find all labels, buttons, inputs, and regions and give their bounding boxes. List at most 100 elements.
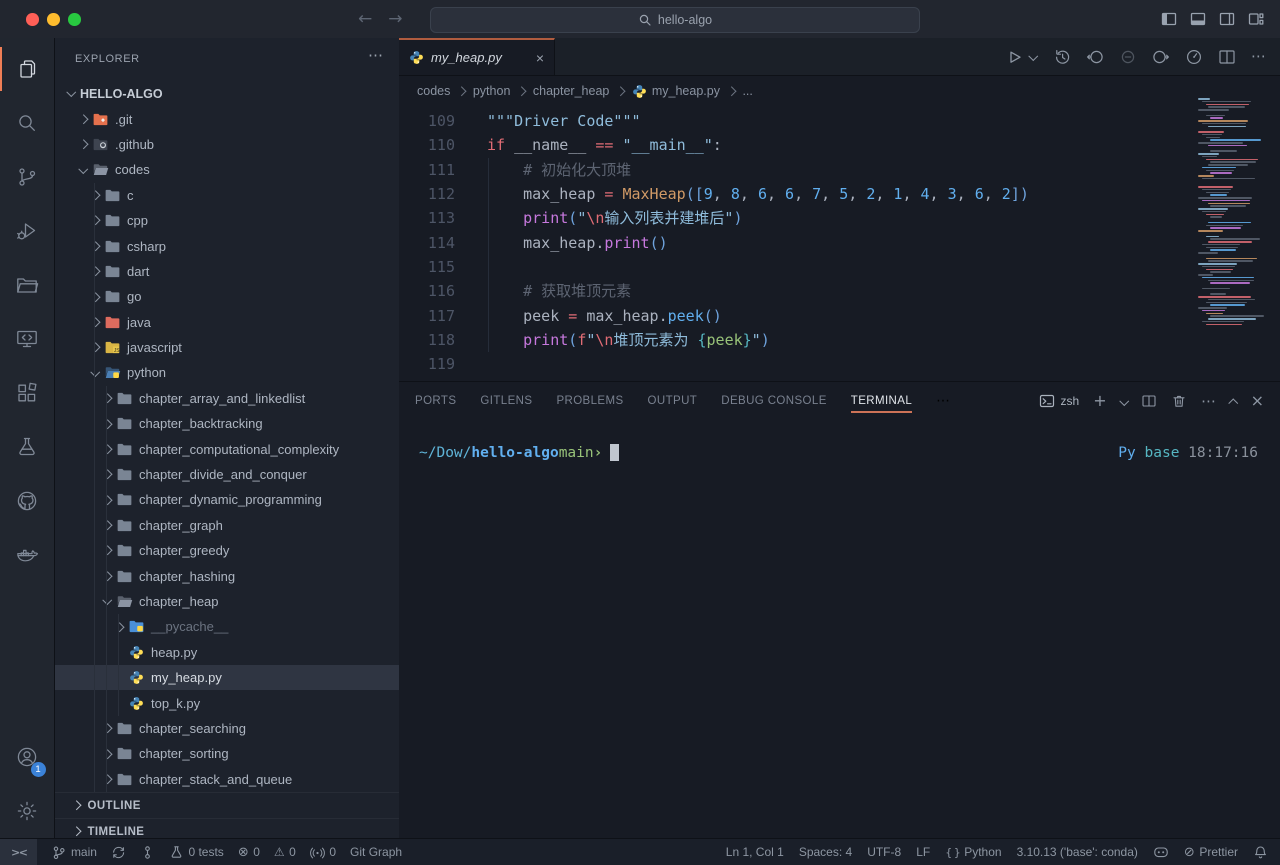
minimap[interactable] [1198, 98, 1272, 334]
status-remote-indicator[interactable]: >< [0, 839, 37, 865]
close-tab-icon[interactable]: × [536, 50, 544, 66]
panel-tab-output[interactable]: OUTPUT [648, 382, 698, 420]
status-errors[interactable]: ⊗0 [238, 839, 260, 865]
breadcrumb-item[interactable]: python [473, 84, 511, 98]
breadcrumb-item[interactable]: ... [742, 84, 752, 98]
activity-item-docker[interactable] [0, 528, 55, 582]
panel-tab-debug-console[interactable]: DEBUG CONSOLE [721, 382, 827, 420]
new-terminal-icon[interactable]: + [1093, 393, 1106, 409]
close-panel-icon[interactable]: × [1251, 393, 1264, 409]
tree-item-c[interactable]: c [55, 183, 399, 208]
status-encoding[interactable]: UTF-8 [867, 839, 901, 865]
status-eol[interactable]: LF [916, 839, 930, 865]
tree-item-dart[interactable]: dart [55, 259, 399, 284]
status-cursor-position[interactable]: Ln 1, Col 1 [726, 839, 784, 865]
nav-forward-circle-icon[interactable] [1152, 48, 1170, 66]
breadcrumb-separator-icon [518, 88, 525, 95]
tree-item--github[interactable]: .github [55, 132, 399, 157]
code-text: max_heap = MaxHeap([9, 8, 6, 6, 7, 5, 2,… [487, 182, 1029, 206]
history-icon[interactable] [1053, 48, 1071, 66]
status-indentation[interactable]: Spaces: 4 [799, 839, 852, 865]
layout-sidebar-right-icon[interactable] [1219, 11, 1235, 27]
terminal[interactable]: ~/Dow/hello-algo main ›Py base 18:17:16 [399, 420, 1280, 838]
status-language-mode[interactable]: { }Python [945, 839, 1001, 865]
activity-item-project-folder[interactable] [0, 258, 55, 312]
activity-item-explorer[interactable] [0, 42, 55, 96]
tree-item-cpp[interactable]: cpp [55, 208, 399, 233]
python-file-icon [129, 696, 148, 711]
terminal-dropdown-icon[interactable] [1121, 394, 1128, 408]
minimize-window-button[interactable] [47, 13, 60, 26]
status-python-interpreter[interactable]: 3.10.13 ('base': conda) [1017, 839, 1138, 865]
trash-icon[interactable] [1171, 393, 1187, 409]
panel-tabs-overflow-icon[interactable]: ⋯ [936, 394, 950, 408]
close-window-button[interactable] [26, 13, 39, 26]
timeline-section-header[interactable]: TIMELINE [55, 818, 399, 838]
status-ports[interactable]: 0 [310, 839, 336, 865]
tree-item-label: java [127, 315, 151, 330]
code-editor[interactable]: 109"""Driver Code"""110if __name__ == "_… [399, 106, 1280, 385]
status-copilot[interactable] [1153, 839, 1169, 865]
tree-item--git[interactable]: .git [55, 106, 399, 131]
layout-panel-icon[interactable] [1190, 11, 1206, 27]
gauge-icon[interactable] [1185, 48, 1203, 66]
run-icon[interactable] [1005, 48, 1023, 66]
nav-back-circle-icon[interactable] [1086, 48, 1104, 66]
panel-more-actions-icon[interactable]: ⋯ [1201, 394, 1216, 409]
command-center-search[interactable]: hello-algo [430, 7, 920, 33]
outline-section-header[interactable]: OUTLINE [55, 792, 399, 818]
explorer-more-actions-button[interactable]: ⋯ [368, 46, 383, 64]
window-controls [26, 13, 81, 26]
tree-item-javascript[interactable]: JSjavascript [55, 335, 399, 360]
layout-customize-icon[interactable] [1248, 11, 1264, 27]
tree-item-codes[interactable]: codes [55, 157, 399, 182]
activity-item-extensions[interactable] [0, 366, 55, 420]
folder-icon [93, 163, 112, 177]
split-panel-icon[interactable] [1141, 393, 1157, 409]
tab-my-heap-py[interactable]: my_heap.py × [399, 38, 555, 75]
breadcrumb-item[interactable]: chapter_heap [533, 84, 609, 98]
status-tests[interactable]: 0 tests [169, 839, 224, 865]
panel-tab-gitlens[interactable]: GITLENS [480, 382, 532, 420]
explorer-sidebar: EXPLORER ⋯ HELLO-ALGO.git.githubcodesccp… [55, 38, 400, 838]
status-git-graph[interactable]: Git Graph [350, 839, 402, 865]
status-sync[interactable] [111, 839, 126, 865]
status-branch[interactable]: main [51, 839, 97, 865]
status-gitlens[interactable] [140, 839, 155, 865]
code-line: 115 [399, 255, 1280, 279]
panel-tab-ports[interactable]: PORTS [415, 382, 456, 420]
tree-item-java[interactable]: java [55, 310, 399, 335]
tree-item-go[interactable]: go [55, 284, 399, 309]
status-warnings[interactable]: ⚠0 [274, 839, 296, 865]
activity-item-testing[interactable] [0, 420, 55, 474]
panel-tab-terminal[interactable]: TERMINAL [851, 382, 912, 420]
github-icon [15, 489, 39, 513]
activity-item-github[interactable] [0, 474, 55, 528]
python-file-icon [409, 50, 424, 65]
maximize-panel-icon[interactable] [1230, 394, 1237, 408]
tree-item-hello-algo[interactable]: HELLO-ALGO [55, 81, 399, 106]
tree-item-python[interactable]: python [55, 360, 399, 385]
activity-item-settings[interactable] [0, 784, 55, 838]
panel-tab-problems[interactable]: PROBLEMS [556, 382, 623, 420]
activity-item-source-control[interactable] [0, 150, 55, 204]
activity-item-search[interactable] [0, 96, 55, 150]
activity-item-accounts[interactable]: 1 [0, 730, 55, 784]
navigate-back-button[interactable]: ← [358, 9, 372, 29]
layout-sidebar-left-icon[interactable] [1161, 11, 1177, 27]
navigate-forward-button[interactable]: → [388, 9, 402, 29]
breadcrumb-item[interactable]: my_heap.py [632, 84, 720, 99]
status-prettier[interactable]: ⊘Prettier [1184, 839, 1238, 865]
more-actions-icon[interactable]: ⋯ [1251, 49, 1266, 64]
nav-circle-dim-icon[interactable] [1119, 48, 1137, 66]
line-number: 110 [399, 133, 455, 157]
shell-selector[interactable]: zsh [1039, 393, 1080, 409]
split-editor-icon[interactable] [1218, 48, 1236, 66]
tree-item-csharp[interactable]: csharp [55, 233, 399, 258]
zoom-window-button[interactable] [68, 13, 81, 26]
python-file-icon [632, 84, 647, 99]
status-notifications[interactable] [1253, 839, 1268, 865]
breadcrumb-item[interactable]: codes [417, 84, 450, 98]
activity-item-run-debug[interactable] [0, 204, 55, 258]
activity-item-remote-explorer[interactable] [0, 312, 55, 366]
